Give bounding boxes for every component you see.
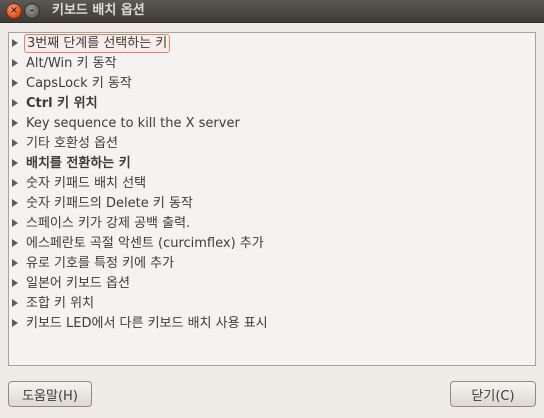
tree-row-label: 3번째 단계를 선택하는 키 <box>24 34 171 53</box>
help-button[interactable]: 도움말(H) <box>8 381 92 407</box>
tree-row[interactable]: 배치를 전환하는 키 <box>9 154 535 174</box>
tree-row-label: CapsLock 키 동작 <box>26 76 132 91</box>
expander-arrow-icon[interactable] <box>12 139 18 147</box>
tree-row-label: 키보드 LED에서 다른 키보드 배치 사용 표시 <box>26 316 268 331</box>
tree-row[interactable]: 기타 호환성 옵션 <box>9 134 535 154</box>
expander-arrow-icon[interactable] <box>12 99 18 107</box>
tree-row[interactable]: 에스페란토 곡절 악센트 (curcimflex) 추가 <box>9 234 535 254</box>
tree-row-label: 조합 키 위치 <box>26 296 95 311</box>
tree-row[interactable]: 3번째 단계를 선택하는 키 <box>9 34 535 54</box>
tree-row[interactable]: 숫자 키패드의 Delete 키 동작 <box>9 194 535 214</box>
tree-row-label: Alt/Win 키 동작 <box>26 56 117 71</box>
expander-arrow-icon[interactable] <box>12 219 18 227</box>
window-title: 키보드 배치 옵션 <box>52 3 145 18</box>
tree-row-label: 스페이스 키가 강제 공백 출력. <box>26 216 191 231</box>
expander-arrow-icon[interactable] <box>12 319 18 327</box>
expander-arrow-icon[interactable] <box>12 159 18 167</box>
tree-row[interactable]: 숫자 키패드 배치 선택 <box>9 174 535 194</box>
tree-row[interactable]: 키보드 LED에서 다른 키보드 배치 사용 표시 <box>9 314 535 334</box>
tree-row[interactable]: Key sequence to kill the X server <box>9 114 535 134</box>
expander-arrow-icon[interactable] <box>12 119 18 127</box>
tree-row[interactable]: Ctrl 키 위치 <box>9 94 535 114</box>
tree-row[interactable]: Alt/Win 키 동작 <box>9 54 535 74</box>
tree-row[interactable]: 조합 키 위치 <box>9 294 535 314</box>
window-minimize-button[interactable]: – <box>24 3 40 19</box>
expander-arrow-icon[interactable] <box>12 259 18 267</box>
tree-row-label: 유로 기호를 특정 키에 추가 <box>26 256 175 271</box>
tree-row[interactable]: 유로 기호를 특정 키에 추가 <box>9 254 535 274</box>
tree-row-label: 에스페란토 곡절 악센트 (curcimflex) 추가 <box>26 236 264 251</box>
expander-arrow-icon[interactable] <box>12 299 18 307</box>
expander-arrow-icon[interactable] <box>12 79 18 87</box>
options-tree[interactable]: 3번째 단계를 선택하는 키 Alt/Win 키 동작 CapsLock 키 동작 C… <box>8 32 536 366</box>
expander-arrow-icon[interactable] <box>12 39 18 47</box>
tree-row-label: 기타 호환성 옵션 <box>26 136 118 151</box>
expander-arrow-icon[interactable] <box>12 239 18 247</box>
tree-row-label: Key sequence to kill the X server <box>26 116 240 131</box>
expander-arrow-icon[interactable] <box>12 59 18 67</box>
tree-row[interactable]: 일본어 키보드 옵션 <box>9 274 535 294</box>
tree-row-label: 일본어 키보드 옵션 <box>26 276 130 291</box>
tree-row[interactable]: CapsLock 키 동작 <box>9 74 535 94</box>
expander-arrow-icon[interactable] <box>12 179 18 187</box>
tree-row-label: 숫자 키패드 배치 선택 <box>26 176 147 191</box>
tree-row-label: Ctrl 키 위치 <box>26 96 98 111</box>
expander-arrow-icon[interactable] <box>12 279 18 287</box>
tree-row-label: 숫자 키패드의 Delete 키 동작 <box>26 196 193 211</box>
title-bar: × – 키보드 배치 옵션 <box>0 0 544 23</box>
close-button[interactable]: 닫기(C) <box>450 381 536 407</box>
minimize-icon: – <box>29 5 35 16</box>
tree-row-label: 배치를 전환하는 키 <box>26 156 131 171</box>
close-icon: × <box>9 5 19 16</box>
expander-arrow-icon[interactable] <box>12 199 18 207</box>
tree-row[interactable]: 스페이스 키가 강제 공백 출력. <box>9 214 535 234</box>
window-close-button[interactable]: × <box>6 3 22 19</box>
